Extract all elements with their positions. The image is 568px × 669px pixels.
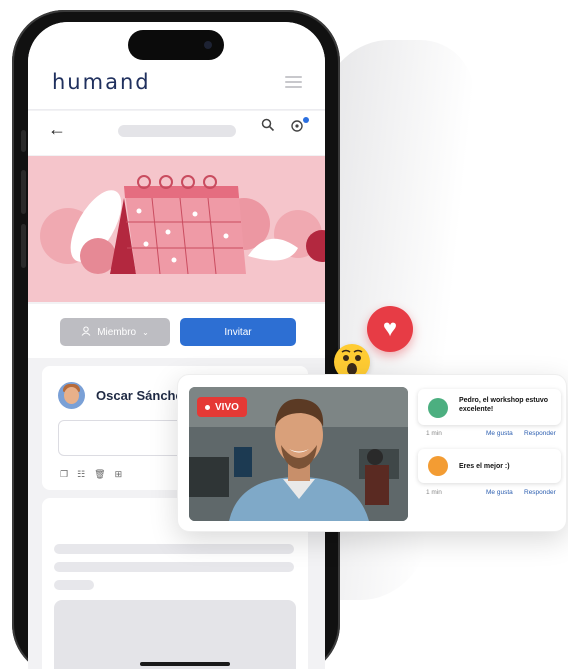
search-bar: ← xyxy=(28,111,325,155)
app-logo[interactable]: humand xyxy=(52,70,151,94)
composer-toolbar: ❐ ☷ 🗑 ⊞ xyxy=(60,469,122,480)
comment-time: 1 min xyxy=(426,489,442,496)
member-button[interactable]: Miembro ⌄ xyxy=(60,318,170,346)
skeleton-line xyxy=(54,544,294,554)
notification-badge xyxy=(303,117,309,123)
comment: Eres el mejor :) xyxy=(418,449,561,483)
back-arrow-icon[interactable]: ← xyxy=(48,119,66,140)
avatar xyxy=(58,382,85,409)
avatar xyxy=(428,456,448,476)
calendar-illustration xyxy=(40,175,325,275)
like-link[interactable]: Me gusta xyxy=(486,489,513,496)
title-placeholder xyxy=(118,125,236,137)
stage: humand ← Miembro ⌄ Invitar Oscar Sánchez… xyxy=(0,0,568,669)
live-badge-label: VIVO xyxy=(215,401,239,413)
skeleton-line xyxy=(54,562,294,572)
skeleton-line xyxy=(54,580,94,590)
comment: Pedro, el workshop estuvo excelente! xyxy=(418,389,561,425)
settings-icon[interactable]: ☷ xyxy=(77,469,85,480)
phone-button xyxy=(21,224,26,268)
reply-link[interactable]: Responder xyxy=(524,430,556,437)
live-badge: VIVO xyxy=(197,397,247,417)
reply-link[interactable]: Responder xyxy=(524,489,556,496)
comment-meta: 1 min Me gusta Responder xyxy=(426,489,560,496)
attachment-icon[interactable]: ⊞ xyxy=(115,469,123,480)
chevron-down-icon: ⌄ xyxy=(142,327,149,337)
phone-button xyxy=(21,170,26,214)
record-dot-icon xyxy=(205,404,210,410)
live-stream-card[interactable]: VIVO Pedro, el workshop estuvo excelente… xyxy=(177,374,567,532)
delete-icon[interactable]: 🗑 xyxy=(94,469,105,480)
skeleton-image xyxy=(54,600,296,669)
avatar xyxy=(428,398,448,418)
comment-meta: 1 min Me gusta Responder xyxy=(426,430,560,437)
comment-text: Pedro, el workshop estuvo excelente! xyxy=(459,397,549,413)
heart-icon: ♥ xyxy=(367,306,413,352)
camera-icon xyxy=(204,41,212,49)
home-indicator xyxy=(140,662,230,666)
live-video[interactable]: VIVO xyxy=(189,387,408,521)
comment-time: 1 min xyxy=(426,430,442,437)
phone-screen: humand ← Miembro ⌄ Invitar Oscar Sánchez… xyxy=(28,22,325,669)
invite-button[interactable]: Invitar xyxy=(180,318,296,346)
like-link[interactable]: Me gusta xyxy=(486,430,513,437)
member-button-label: Miembro xyxy=(97,326,137,338)
community-banner xyxy=(28,156,325,302)
community-actions: Miembro ⌄ Invitar xyxy=(28,304,325,358)
copy-icon[interactable]: ❐ xyxy=(60,469,68,480)
author-name: Oscar Sánchez xyxy=(96,388,190,403)
person-icon xyxy=(81,326,91,339)
comment-text: Eres el mejor :) xyxy=(459,463,510,470)
hamburger-menu-icon[interactable] xyxy=(285,76,302,88)
phone-button xyxy=(21,130,26,152)
search-icon[interactable] xyxy=(261,118,275,136)
